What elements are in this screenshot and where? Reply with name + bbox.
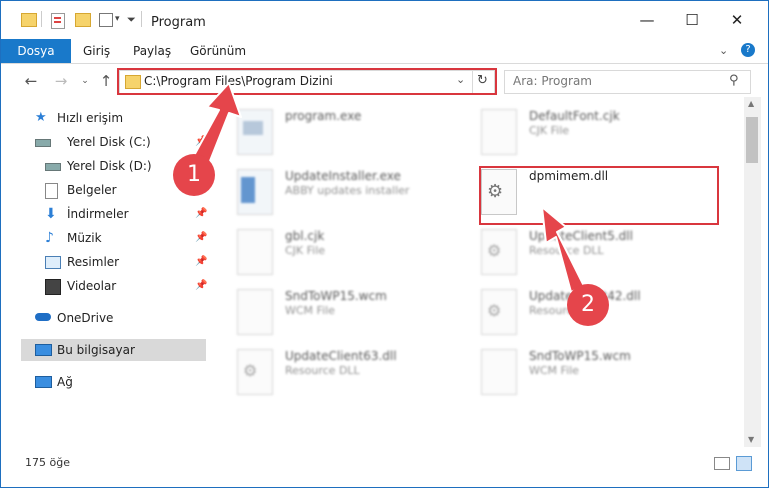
arrow-2: [541, 206, 585, 293]
explorer-window: ▾ ⏷ Program — ☐ ✕ Dosya Giriş Paylaş Gör…: [0, 0, 769, 488]
step-badge-2: 2: [567, 284, 609, 326]
step-badge-1: 1: [173, 154, 215, 196]
annotation-arrows: [190, 82, 585, 293]
